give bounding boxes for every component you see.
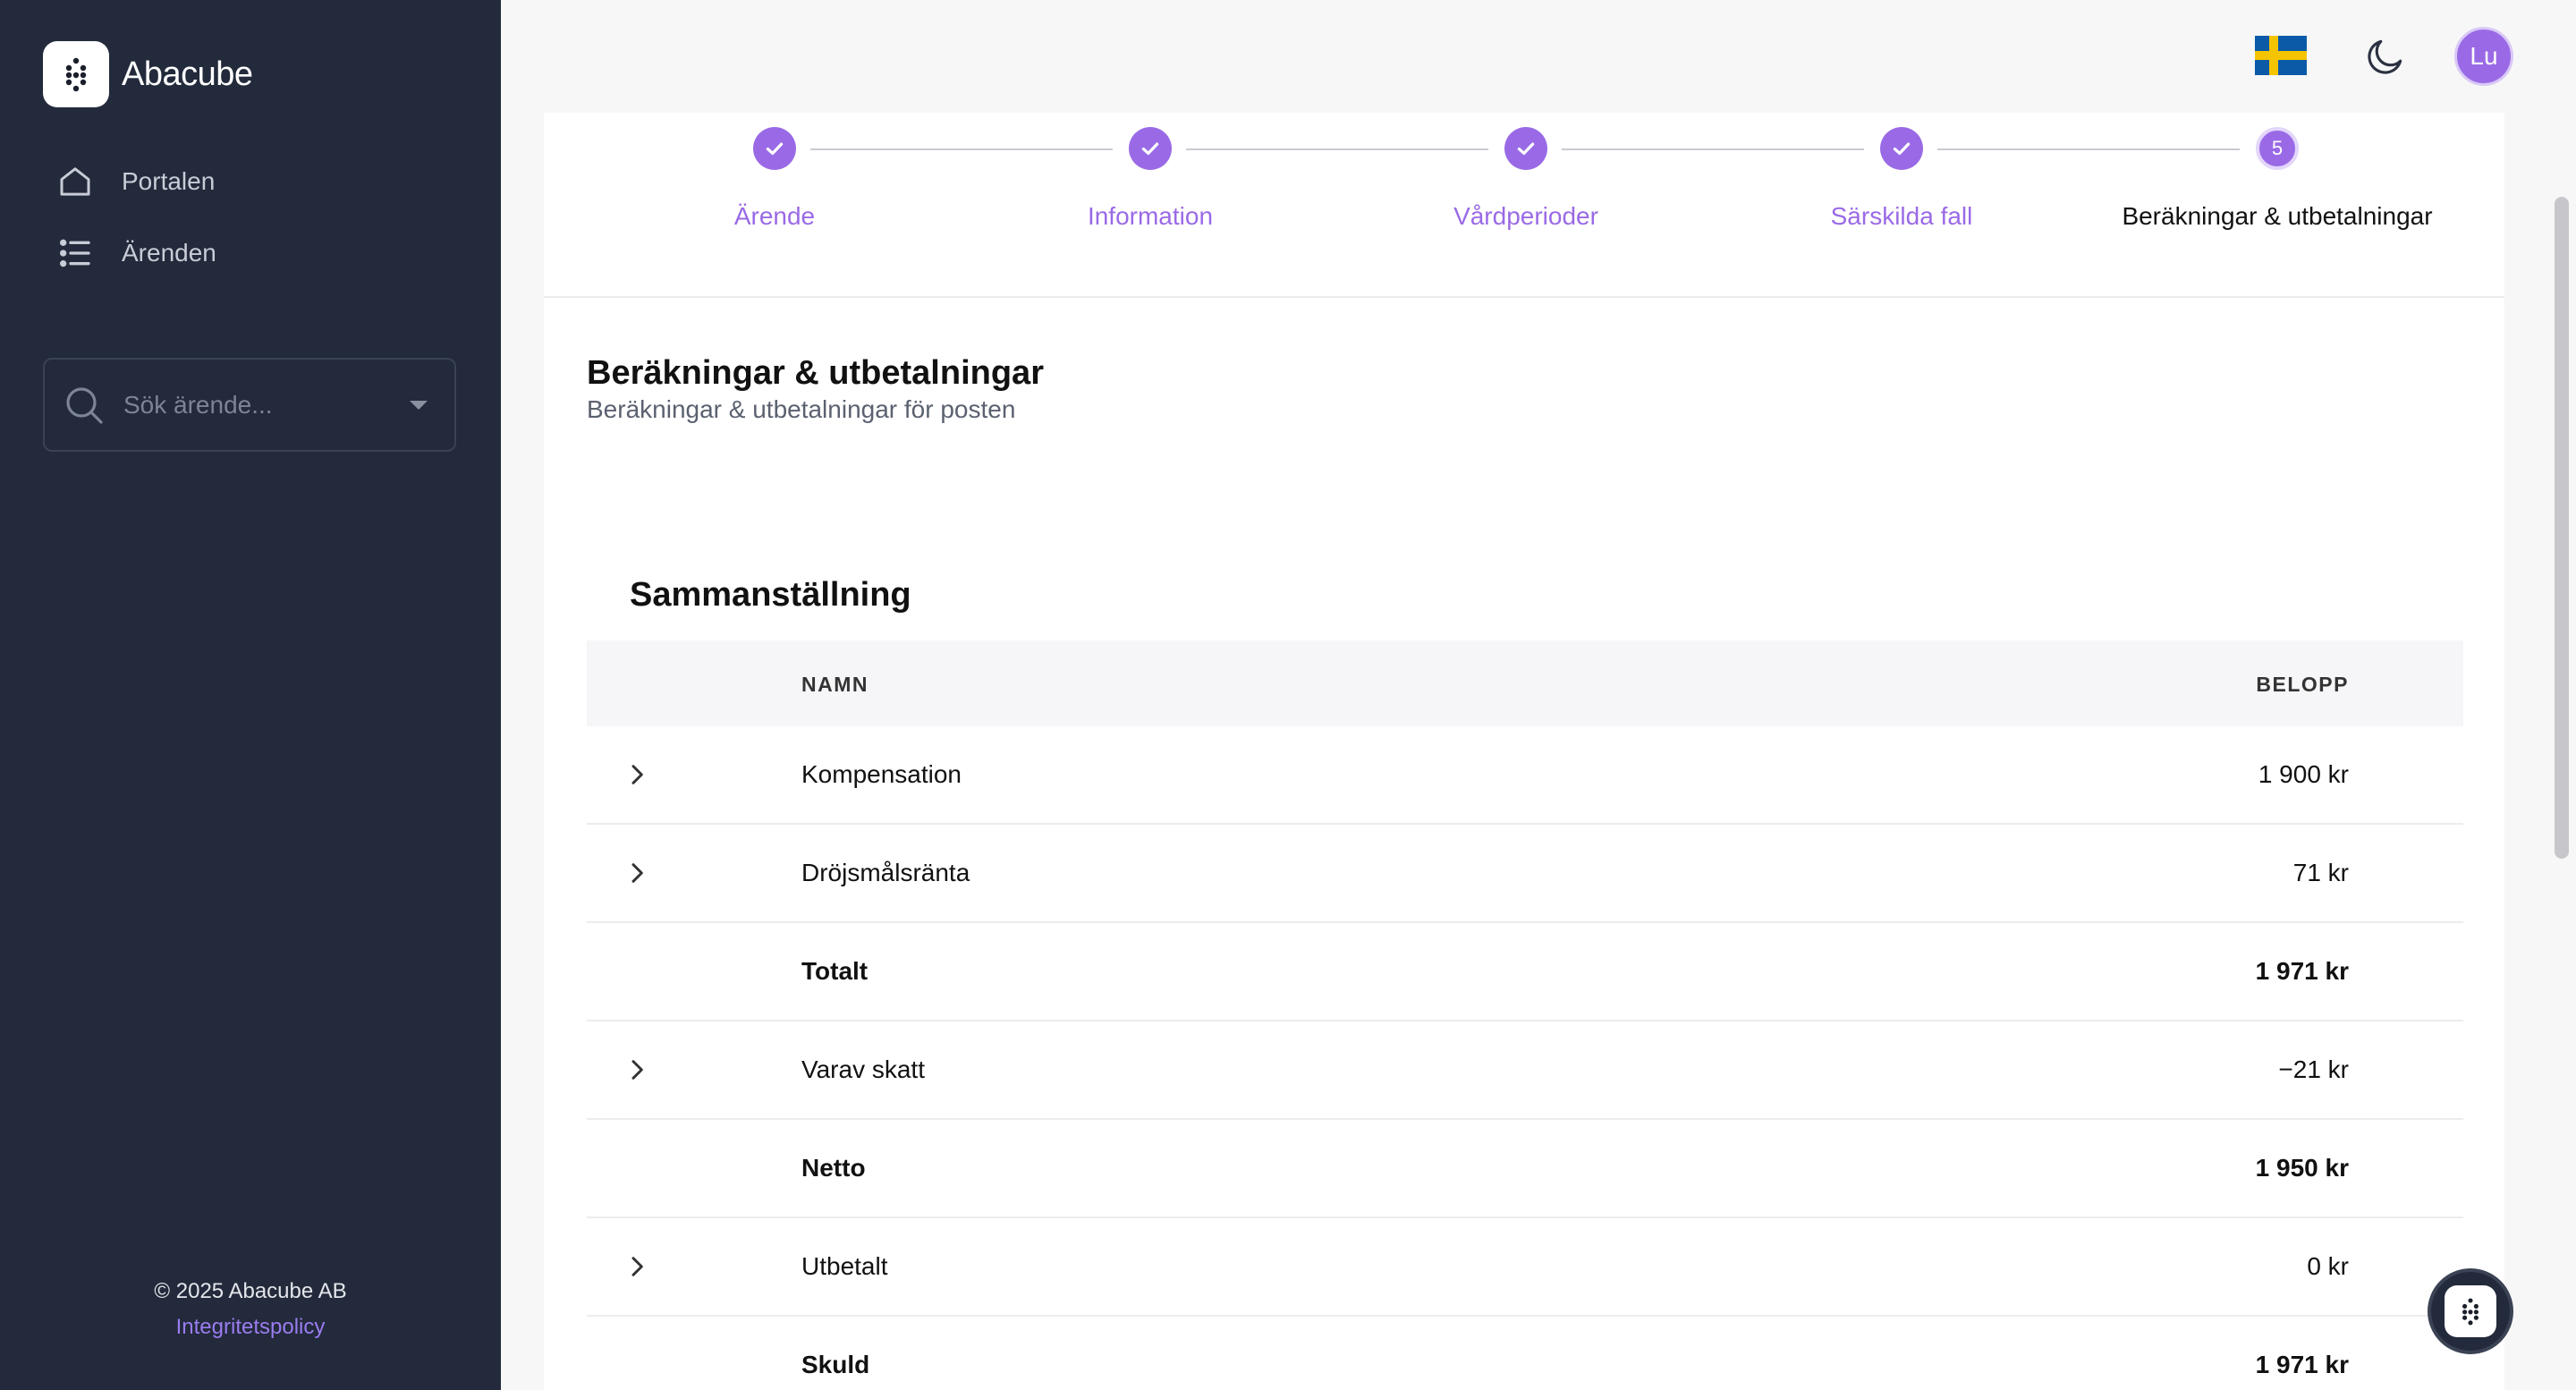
chevron-down-icon [410,401,428,410]
user-avatar[interactable]: Lu [2454,27,2513,86]
search-placeholder: Sök ärende... [123,390,273,419]
sidebar-item-label: Portalen [122,167,216,195]
summary-title: Sammanställning [630,576,911,614]
abacube-logo-icon [43,41,109,107]
main-card: 5 Ärende Information Vårdperioder Särski… [544,113,2504,1390]
divider [544,296,2504,298]
brand-logo[interactable]: Abacube [43,41,253,107]
search-icon [66,386,103,424]
abacube-logo-icon [2445,1285,2496,1337]
step-1-check-icon[interactable] [753,127,796,170]
step-label-berakningar[interactable]: Beräkningar & utbetalningar [2089,202,2465,231]
table-row-debt: Skuld 1 971 kr [587,1317,2463,1390]
sweden-flag-icon[interactable] [2255,36,2307,75]
moon-icon[interactable] [2363,34,2408,79]
row-amount: 1 971 kr [2255,1351,2349,1378]
row-name: Kompensation [801,760,962,788]
table-row[interactable]: Varav skatt −21 kr [587,1021,2463,1120]
step-label-vardperioder[interactable]: Vårdperioder [1338,202,1714,231]
chevron-right-icon[interactable] [623,1252,651,1281]
case-search-select[interactable]: Sök ärende... [43,358,456,452]
step-3-check-icon[interactable] [1504,127,1547,170]
chevron-right-icon[interactable] [623,1055,651,1084]
row-name: Totalt [801,957,869,985]
sidebar-item-portalen[interactable]: Portalen [57,164,215,199]
step-label-sarskilda-fall[interactable]: Särskilda fall [1714,202,2089,231]
column-header-name: NAMN [801,673,869,696]
chevron-right-icon[interactable] [623,760,651,789]
list-icon [59,239,90,267]
row-amount: 1 971 kr [2255,957,2349,985]
privacy-policy-link[interactable]: Integritetspolicy [0,1315,501,1340]
help-chat-button[interactable] [2428,1268,2513,1354]
step-connector [1937,148,2240,150]
scrollbar[interactable] [2555,197,2569,859]
step-2-check-icon[interactable] [1129,127,1172,170]
row-name: Varav skatt [801,1055,925,1083]
copyright-text: © 2025 Abacube AB [154,1279,347,1303]
step-label-information[interactable]: Information [962,202,1338,231]
page-subtitle: Beräkningar & utbetalningar för posten [587,395,1016,423]
step-4-check-icon[interactable] [1880,127,1923,170]
table-header: NAMN BELOPP [587,640,2463,726]
table-row-total: Totalt 1 971 kr [587,923,2463,1021]
table-row[interactable]: Dröjsmålsränta 71 kr [587,825,2463,923]
column-header-amount: BELOPP [2256,673,2349,696]
row-name: Skuld [801,1351,870,1378]
page-title: Beräkningar & utbetalningar [587,354,1044,392]
sidebar: Abacube Portalen Ärenden Sök ärende... ©… [0,0,501,1390]
row-name: Dröjsmålsränta [801,859,970,886]
row-amount: −21 kr [2278,1055,2349,1083]
step-connector [1186,148,1488,150]
step-connector [1562,148,1864,150]
row-amount: 71 kr [2292,859,2349,886]
row-amount: 0 kr [2307,1252,2349,1280]
row-amount: 1 950 kr [2255,1154,2349,1182]
step-5-number[interactable]: 5 [2256,127,2299,170]
table-row-net: Netto 1 950 kr [587,1120,2463,1218]
brand-name: Abacube [122,55,253,93]
row-amount: 1 900 kr [2258,760,2349,788]
sidebar-item-arenden[interactable]: Ärenden [57,235,216,271]
chevron-right-icon[interactable] [623,859,651,887]
row-name: Netto [801,1154,866,1182]
table-row[interactable]: Kompensation 1 900 kr [587,726,2463,825]
table-row[interactable]: Utbetalt 0 kr [587,1218,2463,1317]
sidebar-item-label: Ärenden [122,239,216,267]
step-label-arende[interactable]: Ärende [587,202,962,231]
step-connector [810,148,1113,150]
row-name: Utbetalt [801,1252,888,1280]
home-icon [60,167,90,196]
